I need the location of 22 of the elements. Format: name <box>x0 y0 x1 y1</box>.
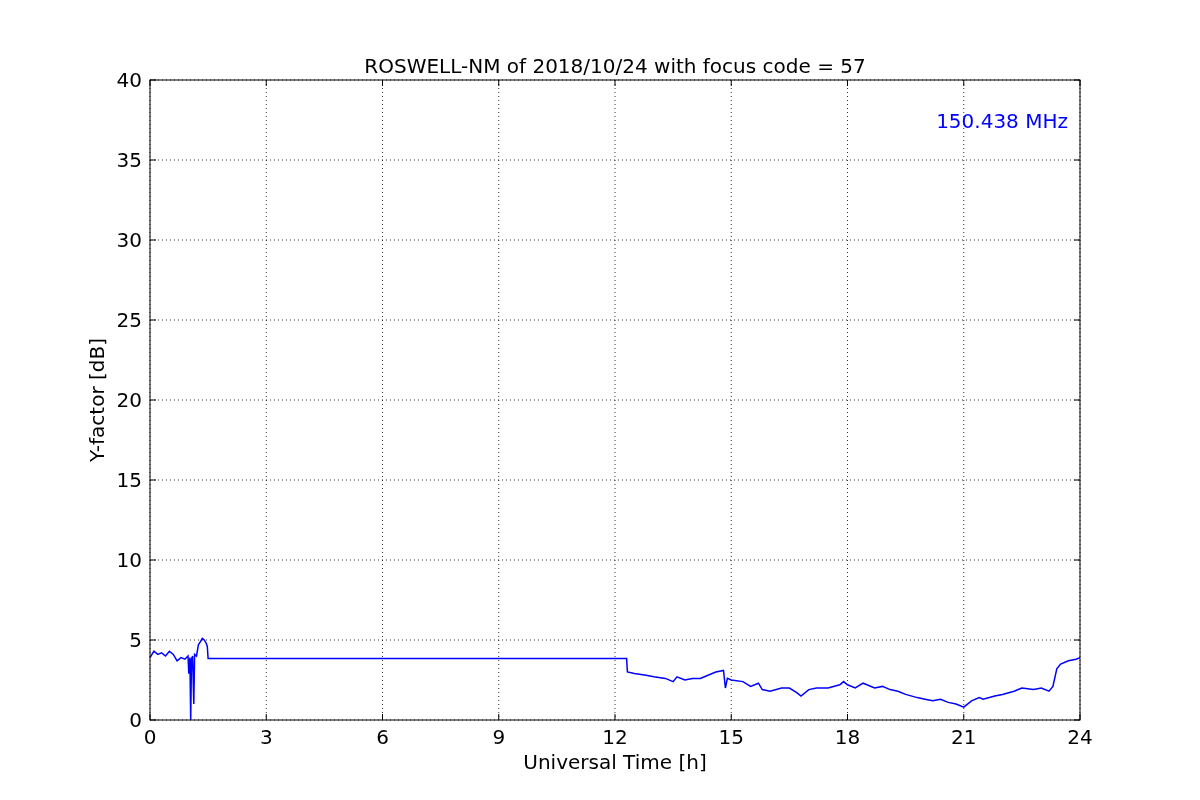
tick-label: 15 <box>116 468 142 492</box>
tick-label: 18 <box>834 725 861 749</box>
tick-label: 0 <box>129 708 142 732</box>
tick-label: 24 <box>1067 725 1093 749</box>
tick-label: 35 <box>116 148 142 172</box>
tick-label: 21 <box>951 725 977 749</box>
tick-label: 30 <box>116 228 142 252</box>
series-label: 150.438 MHz <box>936 109 1068 133</box>
chart-title: ROSWELL-NM of 2018/10/24 with focus code = 57 <box>364 54 866 78</box>
tick-label: 12 <box>602 725 628 749</box>
tick-label: 10 <box>116 548 142 572</box>
tick-label: 15 <box>718 725 744 749</box>
tick-label: 0 <box>143 725 157 749</box>
x-axis-label: Universal Time [h] <box>523 750 707 774</box>
tick-label: 6 <box>376 725 389 749</box>
tick-label: 25 <box>116 308 142 332</box>
y-axis-label: Y-factor [dB] <box>85 338 109 462</box>
tick-label: 3 <box>259 725 273 749</box>
tick-label: 40 <box>116 68 142 92</box>
tick-label: 9 <box>492 725 506 749</box>
tick-label: 5 <box>129 628 142 652</box>
tick-label: 20 <box>116 388 142 412</box>
